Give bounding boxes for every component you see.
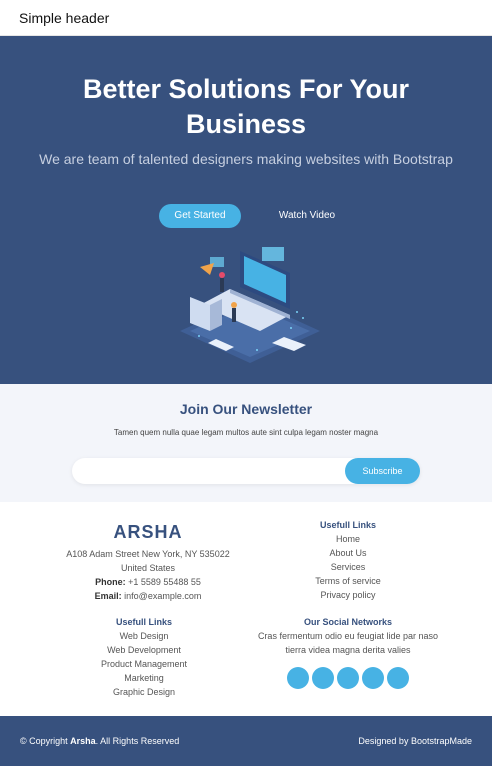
footer-contact: ARSHA A108 Adam Street New York, NY 5350…	[48, 522, 248, 603]
footer-link-product-management[interactable]: Product Management	[94, 657, 194, 671]
hero-subtitle: We are team of talented designers making…	[39, 151, 453, 167]
hero-section: Better Solutions For Your Business We ar…	[0, 36, 492, 384]
email-line: Email: info@example.com	[48, 589, 248, 603]
facebook-icon[interactable]	[312, 667, 334, 689]
linkedin-icon[interactable]	[387, 667, 409, 689]
email-label: Email:	[94, 591, 122, 601]
watch-video-button[interactable]: Watch Video	[270, 204, 344, 228]
get-started-button[interactable]: Get Started	[159, 204, 241, 228]
social-links	[250, 667, 446, 689]
copyright-suffix: . All Rights Reserved	[95, 736, 180, 746]
footer-link-about[interactable]: About Us	[298, 546, 398, 560]
copyright-prefix: © Copyright	[20, 736, 71, 746]
twitter-icon[interactable]	[287, 667, 309, 689]
header-title: Simple header	[19, 10, 110, 26]
newsletter-form: Subscribe	[72, 458, 420, 484]
useful-links-column-1: Usefull Links Home About Us Services Ter…	[298, 520, 398, 602]
useful-links-title: Usefull Links	[319, 520, 376, 530]
credit-link[interactable]: BootstrapMade	[411, 736, 472, 746]
instagram-icon[interactable]	[337, 667, 359, 689]
social-text: Cras fermentum odio eu feugiat lide par …	[257, 631, 439, 655]
footer-top: ARSHA A108 Adam Street New York, NY 5350…	[0, 502, 492, 716]
social-title: Our Social Networks	[303, 617, 393, 627]
address-line-1: A108 Adam Street New York, NY 535022	[66, 549, 230, 559]
footer-brand: ARSHA	[113, 522, 183, 542]
hero-illustration	[180, 247, 320, 363]
skype-icon[interactable]	[362, 667, 384, 689]
email-value: info@example.com	[124, 591, 202, 601]
newsletter-text: Tamen quem nulla quae legam multos aute …	[113, 428, 379, 437]
footer-link-terms[interactable]: Terms of service	[298, 574, 398, 588]
top-header: Simple header	[0, 0, 492, 36]
phone-value: +1 5589 55488 55	[128, 577, 201, 587]
footer-link-privacy[interactable]: Privacy policy	[298, 588, 398, 602]
subscribe-button[interactable]: Subscribe	[345, 458, 420, 484]
useful-links-title: Usefull Links	[115, 617, 172, 627]
footer-bottom: © Copyright Arsha. All Rights Reserved D…	[0, 716, 492, 766]
hero-title: Better Solutions For Your Business	[82, 74, 410, 139]
copyright: © Copyright Arsha. All Rights Reserved	[20, 736, 179, 746]
footer-link-web-design[interactable]: Web Design	[94, 629, 194, 643]
newsletter-section: Join Our Newsletter Tamen quem nulla qua…	[0, 384, 492, 502]
footer-link-marketing[interactable]: Marketing	[94, 671, 194, 685]
useful-links-column-2: Usefull Links Web Design Web Development…	[94, 617, 194, 699]
footer-link-services[interactable]: Services	[298, 560, 398, 574]
newsletter-title: Join Our Newsletter	[179, 401, 313, 417]
phone-label: Phone:	[95, 577, 126, 587]
footer-link-home[interactable]: Home	[298, 532, 398, 546]
footer-link-graphic-design[interactable]: Graphic Design	[94, 685, 194, 699]
copyright-brand: Arsha	[70, 736, 96, 746]
designer-credit: Designed by BootstrapMade	[358, 736, 472, 746]
address-line-2: United States	[120, 563, 176, 573]
newsletter-email-input[interactable]	[82, 462, 342, 480]
phone-line: Phone: +1 5589 55488 55	[48, 575, 248, 589]
footer-link-web-development[interactable]: Web Development	[94, 643, 194, 657]
credit-prefix: Designed by	[358, 736, 411, 746]
social-networks-column: Our Social Networks Cras fermentum odio …	[250, 617, 446, 689]
